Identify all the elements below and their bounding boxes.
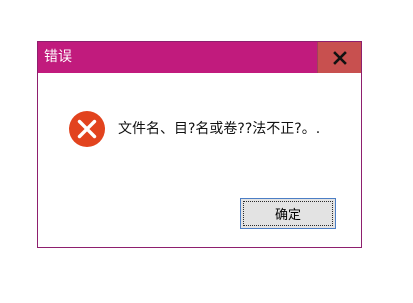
ok-button[interactable]: 确定 [240, 198, 336, 229]
error-icon [69, 111, 105, 147]
title-bar[interactable]: 错误 [38, 42, 361, 73]
close-button[interactable] [317, 42, 361, 73]
dialog-body: 文件名、目?名或卷??法不正?。. 确定 [38, 73, 361, 247]
error-message: 文件名、目?名或卷??法不正?。. [118, 121, 321, 137]
ok-button-label: 确定 [243, 201, 333, 226]
dialog-title: 错误 [44, 49, 72, 65]
error-dialog: 错误 文件名、目?名或卷??法不正?。. 确定 [37, 41, 362, 248]
close-icon [333, 51, 347, 65]
